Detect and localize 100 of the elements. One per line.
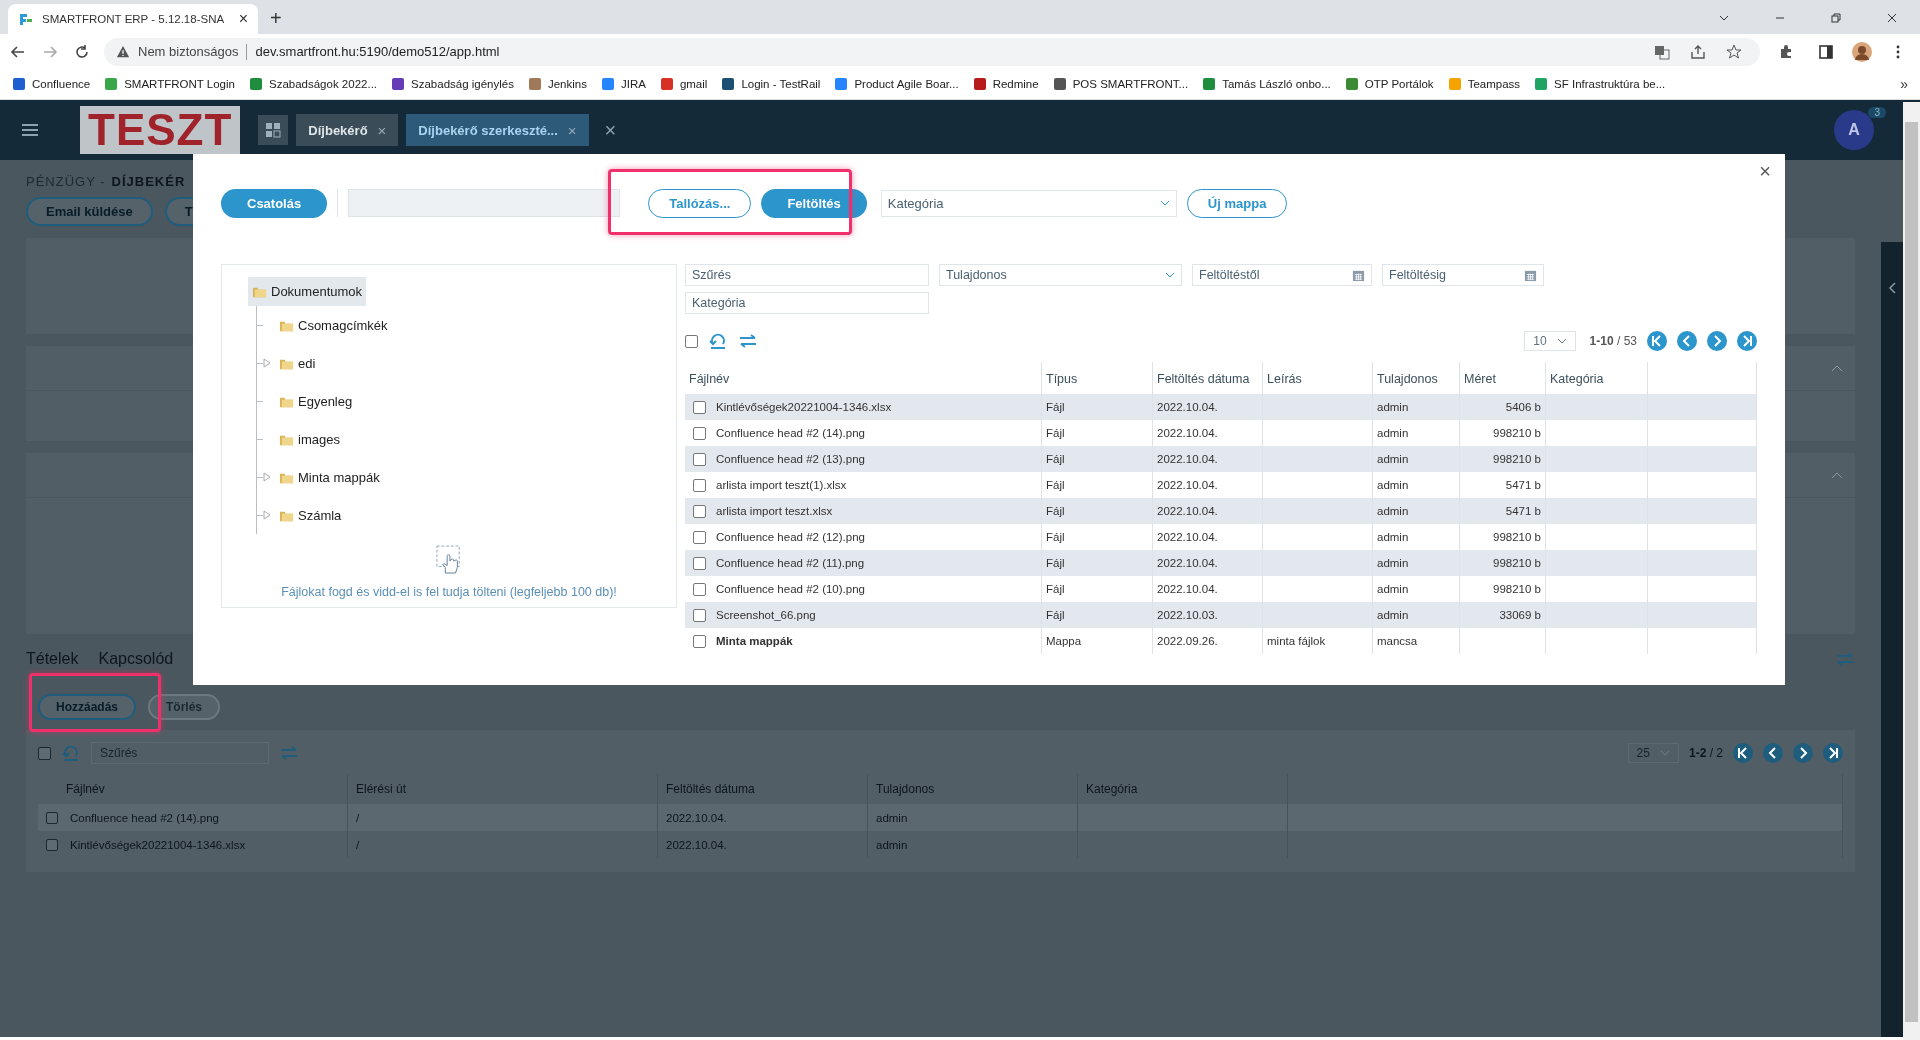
table-cell: 998210 b [1493,557,1541,569]
table-cell: admin [1377,401,1409,413]
table-cell: admin [1377,557,1409,569]
user-avatar[interactable]: A [1834,110,1874,150]
table-cell: 2022.10.04. [1157,583,1218,595]
table-cell: Fájl [1046,401,1065,413]
bookmark[interactable]: Teampass [1447,77,1521,91]
table-cell: 5406 b [1505,401,1541,413]
table-cell: 998210 b [1493,427,1541,439]
tree-item[interactable]: Egyenleg [275,386,357,416]
tab-close-button[interactable]: × [238,10,248,28]
file-name: Confluence head #2 (14).png [716,427,865,439]
logo: TESZT [80,106,241,154]
date-field[interactable]: Feltöltéstől [1192,264,1372,286]
url-text: dev.smartfront.hu:5190/demo512/app.html [255,44,500,59]
bookmark[interactable]: SMARTFRONT Login [104,77,235,91]
table-cell: / [356,838,360,851]
tab-close-button[interactable]: × [377,121,387,139]
table-cell: admin [1377,609,1409,621]
tab-label: Díjbekérő [308,122,368,138]
file-name: Kintlévőségek20221004-1346.xlsx [716,401,892,413]
more-bookmarks-button[interactable]: » [1900,76,1908,92]
page-size-select[interactable]: 10 [1524,331,1576,351]
folder-name: Minta mappák [716,635,793,647]
tree-item[interactable]: Számla [275,500,346,530]
new-tab-button[interactable]: + [270,7,282,30]
close-tabs-button[interactable]: × [604,118,617,142]
notification-badge: 3 [1868,107,1886,118]
filter-field[interactable]: Szűrés [685,264,929,286]
bookmark[interactable]: Product Agile Boar... [834,77,959,91]
app-tab[interactable]: Díjbekérő szerkeszté... × [406,114,589,146]
category-select[interactable]: Kategória [880,189,1177,217]
bookmark[interactable]: OTP Portálok [1344,77,1434,91]
file-name: Confluence head #2 (13).png [716,453,865,465]
table-cell: 998210 b [1493,531,1541,543]
table-cell: 998210 b [1493,453,1541,465]
page-range: 1-10 / 53 [1589,334,1637,348]
table-cell: 2022.10.04. [1157,401,1218,413]
table-cell: 2022.10.04. [1157,557,1218,569]
table-cell: 2022.10.04. [666,811,727,824]
table-cell: minta fájlok [1267,635,1326,647]
table-cell: admin [1377,583,1409,595]
table-cell: 2022.10.04. [1157,453,1218,465]
file-name: Screenshot_66.png [716,609,816,621]
table-cell: admin [1377,453,1409,465]
bookmark[interactable]: Redmine [972,77,1039,91]
table-cell: admin [1377,427,1409,439]
table-cell: Mappa [1046,635,1082,647]
bookmark[interactable]: Jenkins [527,77,587,91]
close-button[interactable]: × [1759,160,1771,183]
tab-title: SMARTFRONT ERP - 5.12.18-SNA [42,13,226,25]
bookmark[interactable]: Confluence [12,77,91,91]
bookmark[interactable]: Tamás László onbo... [1202,77,1331,91]
bookmark[interactable]: gmail [659,77,708,91]
breadcrumb-current: DÍJBEKÉR [111,174,186,189]
file-name: arlista import teszt.xlsx [716,505,833,517]
file-name: arlista import teszt(1).xlsx [716,479,847,491]
tab-label: Díjbekérő szerkeszté... [418,122,558,138]
owner-select[interactable]: Tulajdonos [939,264,1182,286]
drop-hint: Fájlokat fogd és vidd-el is fel tudja tölteni (legfeljebb 100 db)! [281,585,617,599]
table-cell: 33069 b [1499,609,1541,621]
table-cell: admin [1377,531,1409,543]
filter-field[interactable]: Kategória [685,292,929,314]
table-cell: mancsa [1377,635,1418,647]
table-cell: Fájl [1046,609,1065,621]
table-cell: 2022.10.04. [1157,479,1218,491]
table-cell: Confluence head #2 (14).png [70,811,219,824]
table-cell: 5471 b [1505,479,1541,491]
bookmark[interactable]: Login - TestRail [721,77,821,91]
bookmark[interactable]: JIRA [600,77,646,91]
table-cell: 2022.10.03. [1157,609,1218,621]
tree-item[interactable]: edi [275,348,320,378]
table-cell: 2022.10.04. [1157,427,1218,439]
table-cell: Fájl [1046,531,1065,543]
table-cell: Fájl [1046,557,1065,569]
table-cell: Kintlévőségek20221004-1346.xlsx [70,838,246,851]
app-tab[interactable]: Díjbekérő × [296,114,399,146]
table-cell: / [356,811,360,824]
security-label: Nem biztonságos [138,44,239,59]
tree-item[interactable]: Csomagcímkék [275,310,392,340]
table-cell: Fájl [1046,453,1065,465]
bookmark[interactable]: Szabadságok 2022... [248,77,378,91]
table-cell: 5471 b [1505,505,1541,517]
browser-tab[interactable]: SMARTFRONT ERP - 5.12.18-SNA × [8,4,258,34]
tree-item[interactable]: Dokumentumok [248,277,367,306]
tree-item[interactable]: images [275,424,344,454]
table-cell: Fájl [1046,427,1065,439]
table-cell: 2022.10.04. [1157,505,1218,517]
tree-item[interactable]: Minta mappák [275,462,384,492]
table-cell: Fájl [1046,505,1065,517]
date-field[interactable]: Feltöltésig [1382,264,1544,286]
table-cell: 2022.10.04. [666,838,727,851]
bookmark[interactable]: SF Infrastruktúra be... [1534,77,1666,91]
table-cell: Fájl [1046,479,1065,491]
bookmark[interactable]: POS SMARTFRONT... [1052,77,1189,91]
address-bar[interactable]: Nem biztonságos dev.smartfront.hu:5190/demo512/app.html [104,37,1760,66]
table-cell: admin [1377,505,1409,517]
file-name: Confluence head #2 (12).png [716,531,865,543]
bookmark[interactable]: Szabadság igénylés [391,77,514,91]
table-cell: admin [1377,479,1409,491]
